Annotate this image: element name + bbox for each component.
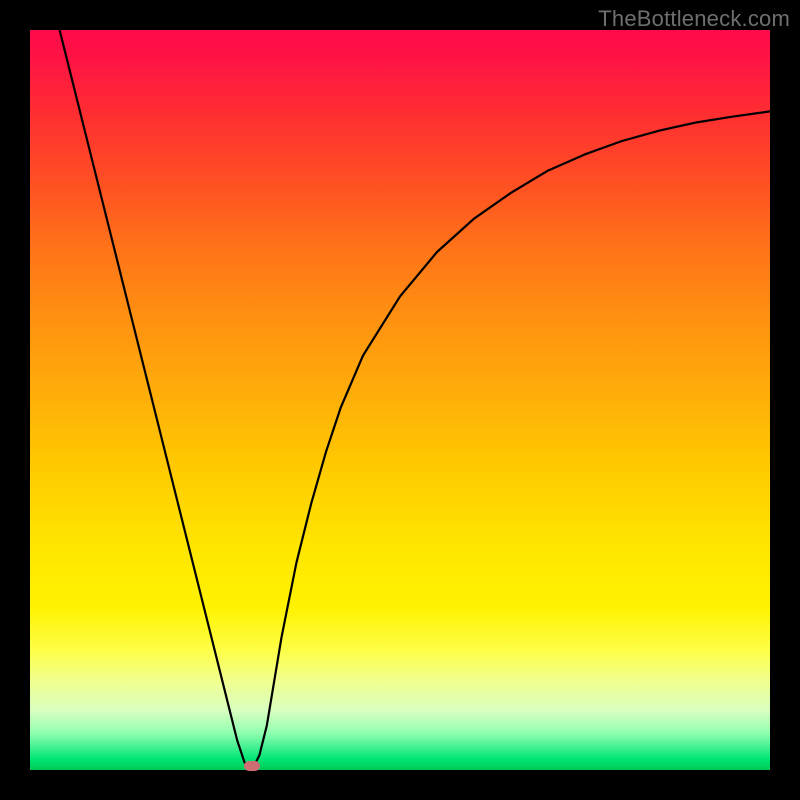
bottleneck-curve	[30, 30, 770, 770]
optimum-marker	[244, 761, 260, 771]
chart-plot-area	[30, 30, 770, 770]
watermark-text: TheBottleneck.com	[598, 6, 790, 32]
